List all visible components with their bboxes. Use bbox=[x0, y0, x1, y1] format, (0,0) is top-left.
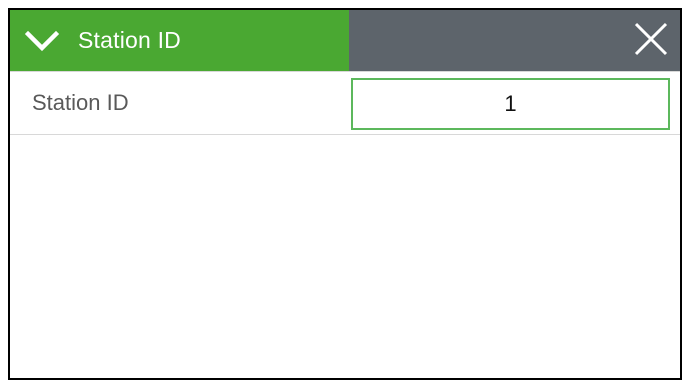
header-bar bbox=[349, 10, 680, 71]
chevron-down-icon bbox=[24, 30, 60, 52]
collapse-toggle[interactable]: Station ID bbox=[10, 10, 349, 71]
station-id-dialog: Station ID Station ID 1 bbox=[8, 8, 682, 380]
close-button[interactable] bbox=[632, 22, 670, 60]
station-id-label: Station ID bbox=[32, 90, 129, 115]
station-id-input[interactable]: 1 bbox=[351, 78, 670, 130]
dialog-title: Station ID bbox=[78, 27, 181, 53]
dialog-header: Station ID bbox=[10, 10, 680, 71]
close-icon bbox=[633, 21, 669, 62]
station-id-row: Station ID 1 bbox=[10, 71, 680, 135]
